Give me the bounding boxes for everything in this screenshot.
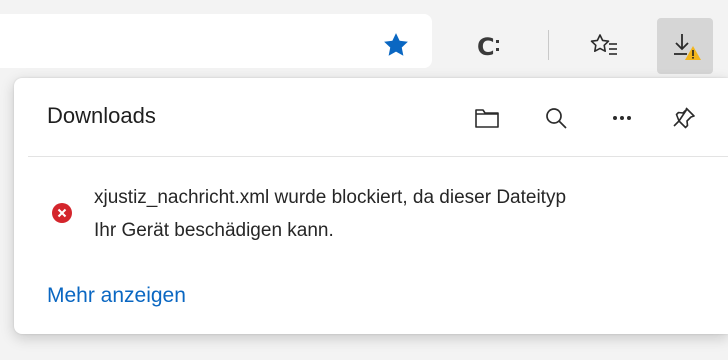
collections-icon: C xyxy=(477,33,499,61)
show-more-link[interactable]: Mehr anzeigen xyxy=(47,284,186,308)
search-icon[interactable] xyxy=(538,100,574,136)
toolbar-separator xyxy=(548,30,549,60)
download-blocked-message: xjustiz_nachricht.xml wurde blockiert, d… xyxy=(94,181,704,247)
favorites-button[interactable] xyxy=(576,18,632,74)
star-icon[interactable] xyxy=(381,30,411,60)
downloads-panel: Downloads xjustiz_nachricht.xml wurde bl… xyxy=(14,78,728,334)
download-warning-icon xyxy=(674,34,701,60)
panel-title: Downloads xyxy=(47,103,156,128)
pin-icon[interactable] xyxy=(666,100,702,136)
message-line-1: xjustiz_nachricht.xml wurde blockiert, d… xyxy=(94,187,567,208)
favorites-icon xyxy=(590,34,617,55)
message-line-2: Ihr Gerät beschädigen kann. xyxy=(94,220,334,241)
header-divider xyxy=(28,156,728,157)
address-bar[interactable] xyxy=(0,14,432,68)
error-icon xyxy=(52,203,72,223)
browser-toolbar: C xyxy=(0,0,728,78)
downloads-button[interactable] xyxy=(657,18,713,74)
folder-icon[interactable] xyxy=(469,100,505,136)
more-icon[interactable] xyxy=(604,100,640,136)
collections-button[interactable]: C xyxy=(462,18,518,74)
svg-text:C: C xyxy=(477,33,495,61)
